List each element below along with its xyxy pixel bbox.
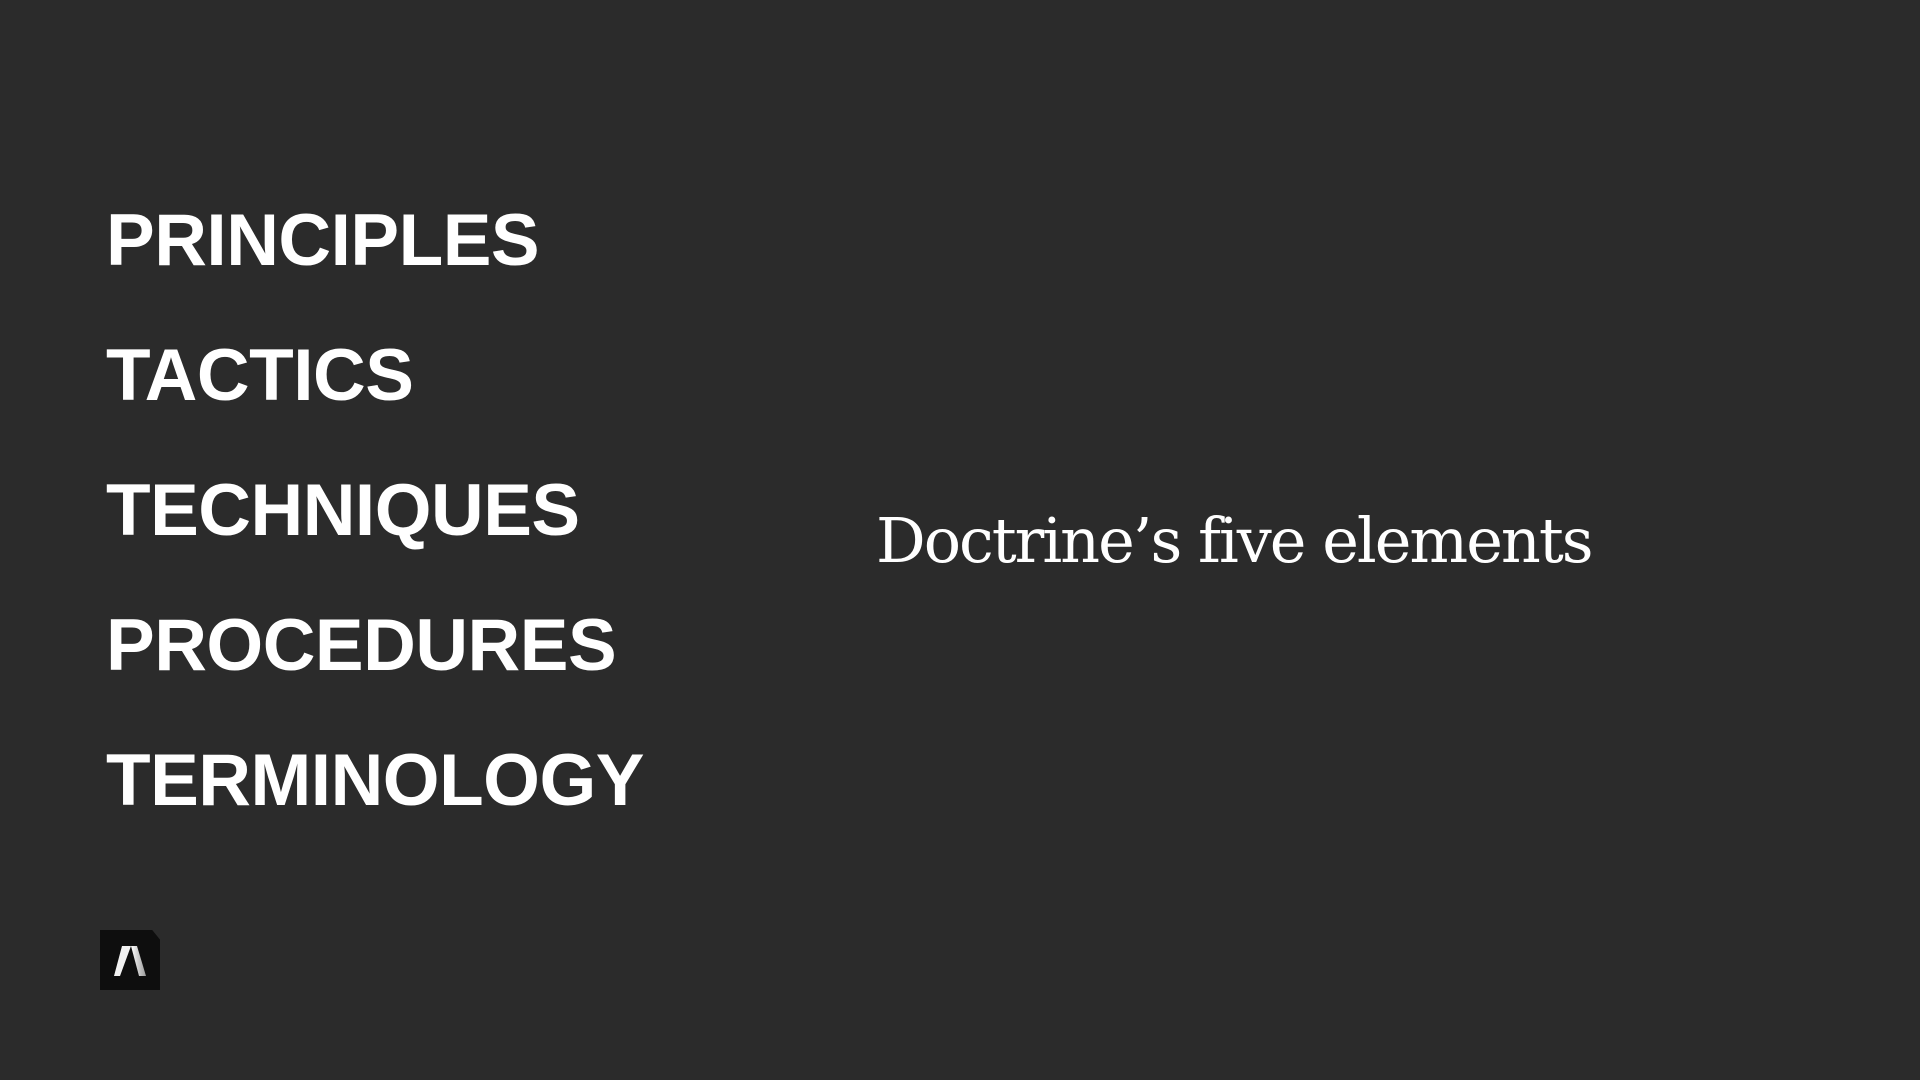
slide: PRINCIPLES TACTICS TECHNIQUES PROCEDURES… [0, 0, 1920, 1080]
element-terminology: TERMINOLOGY [106, 740, 644, 821]
logo [100, 930, 160, 990]
element-techniques: TECHNIQUES [106, 470, 580, 551]
doctrine-elements-list: PRINCIPLES TACTICS TECHNIQUES PROCEDURES… [106, 196, 644, 826]
element-tactics: TACTICS [106, 335, 414, 416]
slide-title: Doctrine’s five elements [876, 504, 1594, 577]
element-procedures: PROCEDURES [106, 605, 617, 686]
a-monogram-logo-icon [114, 946, 146, 976]
element-principles: PRINCIPLES [106, 200, 540, 281]
